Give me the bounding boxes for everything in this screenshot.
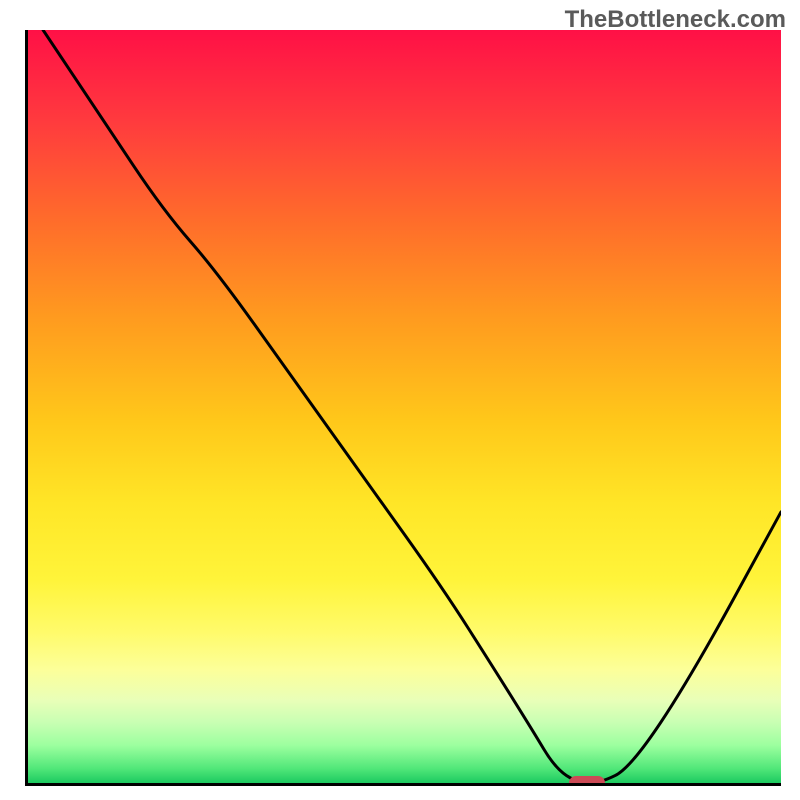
plot-area (25, 30, 781, 786)
watermark-text: TheBottleneck.com (565, 6, 786, 34)
bottleneck-curve (28, 30, 781, 783)
optimal-marker (569, 776, 605, 786)
chart-container: TheBottleneck.com (0, 0, 800, 800)
